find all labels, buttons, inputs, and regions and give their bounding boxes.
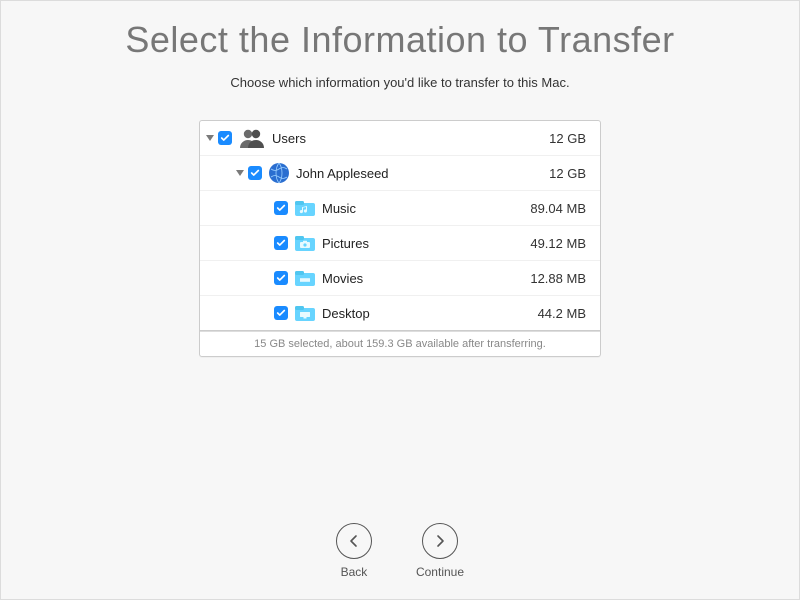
tree-row-movies[interactable]: Movies 12.88 MB [200,261,600,296]
page-title: Select the Information to Transfer [1,19,799,61]
desktop-folder-icon [294,302,316,324]
tree-size: 12 GB [516,166,600,181]
migration-assistant-window: Select the Information to Transfer Choos… [0,0,800,600]
checkbox-pictures[interactable] [274,236,288,250]
tree-label: Movies [322,271,516,286]
checkbox-users[interactable] [218,131,232,145]
pictures-folder-icon [294,232,316,254]
transfer-panel: Users 12 GB John Appleseed 12 GB [199,120,601,357]
tree-row-music[interactable]: Music 89.04 MB [200,191,600,226]
status-bar: 15 GB selected, about 159.3 GB available… [200,331,600,356]
checkbox-movies[interactable] [274,271,288,285]
nav-buttons: Back Continue [1,523,799,579]
disclosure-triangle-icon[interactable] [236,170,244,176]
tree-label: Music [322,201,516,216]
back-button[interactable]: Back [336,523,372,579]
tree-row-users[interactable]: Users 12 GB [200,121,600,156]
tree-size: 44.2 MB [516,306,600,321]
tree-label: Pictures [322,236,516,251]
checkbox-user[interactable] [248,166,262,180]
back-arrow-icon [336,523,372,559]
tree-size: 49.12 MB [516,236,600,251]
tree-row-user[interactable]: John Appleseed 12 GB [200,156,600,191]
page-subtitle: Choose which information you'd like to t… [1,75,799,90]
tree-label: Users [272,131,516,146]
users-group-icon [238,126,266,150]
checkbox-desktop[interactable] [274,306,288,320]
disclosure-triangle-icon[interactable] [206,135,214,141]
music-folder-icon [294,197,316,219]
continue-button[interactable]: Continue [416,523,464,579]
tree-size: 12.88 MB [516,271,600,286]
transfer-tree[interactable]: Users 12 GB John Appleseed 12 GB [200,121,600,331]
back-label: Back [341,565,368,579]
tree-size: 89.04 MB [516,201,600,216]
movies-folder-icon [294,267,316,289]
checkbox-music[interactable] [274,201,288,215]
tree-label: John Appleseed [296,166,516,181]
tree-row-desktop[interactable]: Desktop 44.2 MB [200,296,600,331]
continue-label: Continue [416,565,464,579]
continue-arrow-icon [422,523,458,559]
tree-row-pictures[interactable]: Pictures 49.12 MB [200,226,600,261]
tree-size: 12 GB [516,131,600,146]
tree-label: Desktop [322,306,516,321]
globe-icon [268,162,290,184]
